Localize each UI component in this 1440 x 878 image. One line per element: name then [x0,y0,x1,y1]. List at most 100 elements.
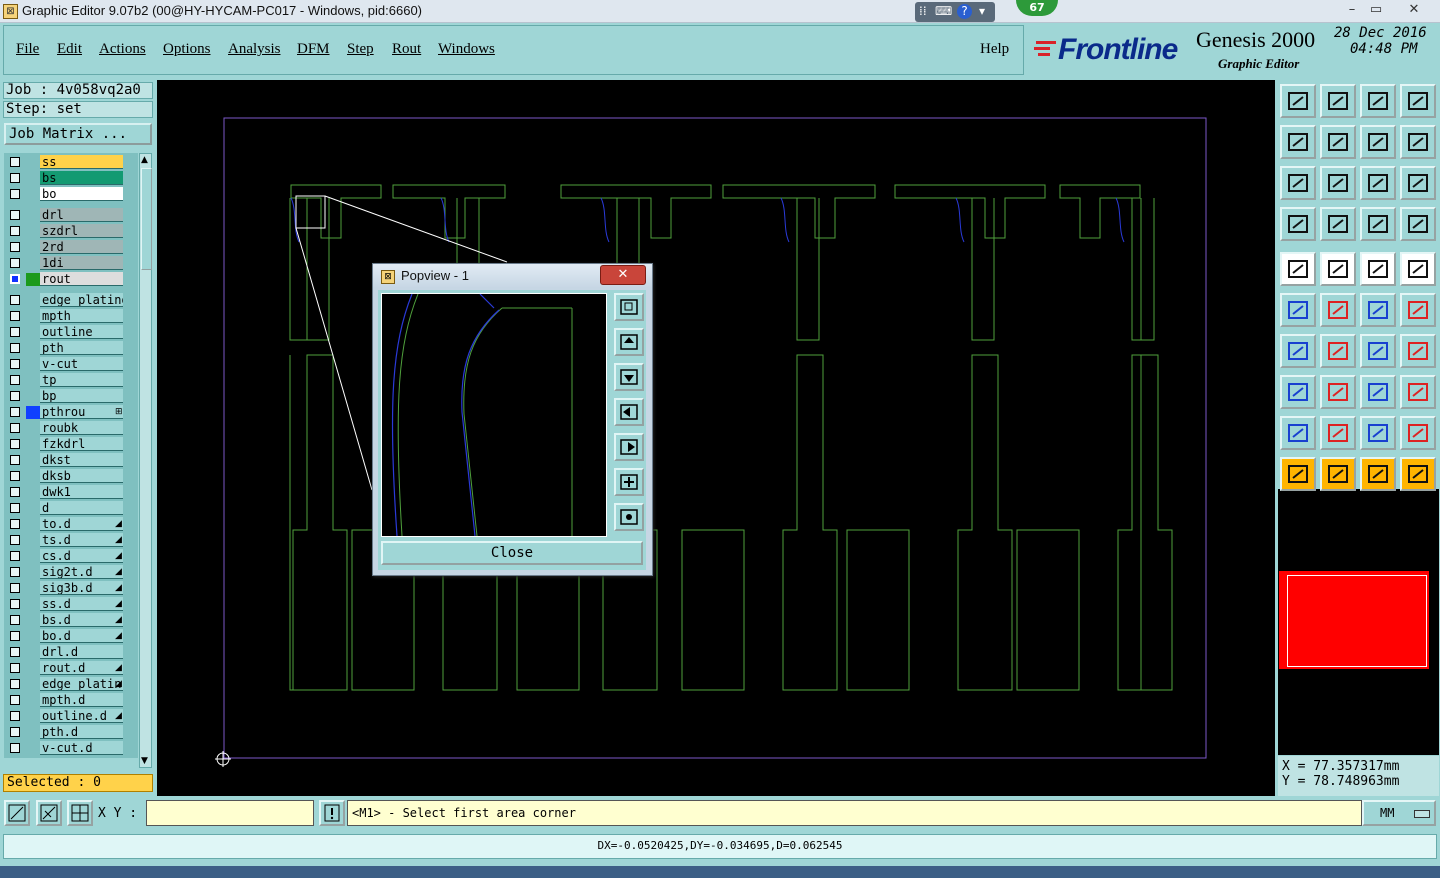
help-circle-icon[interactable]: ? [957,4,972,19]
layer-row[interactable]: 2rd [4,240,138,255]
layer-row[interactable]: v-cut [4,357,138,372]
layer-name[interactable]: dwk1 [40,485,123,499]
layer-checkbox[interactable] [10,439,20,449]
layer-name[interactable]: drl.d [40,645,123,659]
layer-row[interactable]: d [4,501,138,516]
layer-checkbox[interactable] [10,599,20,609]
layer-checkbox[interactable] [10,471,20,481]
layer-row[interactable]: bo [4,187,138,202]
scroll-down-icon[interactable]: ▼ [141,756,148,766]
layer-checkbox[interactable] [10,679,20,689]
layer-name[interactable]: drl [40,208,123,222]
slope-tool-icon[interactable] [1320,334,1356,368]
layer-row[interactable]: 1di [4,256,138,271]
layer-row[interactable]: v-cut.d [4,741,138,756]
xy-input[interactable] [146,800,314,826]
layer-row[interactable]: szdrl [4,224,138,239]
layer-name[interactable]: outline [40,325,123,339]
pan-left-icon[interactable] [614,398,644,426]
ruler-tool-icon[interactable] [1360,252,1396,286]
layer-row[interactable]: outline [4,325,138,340]
circle-tool-icon[interactable] [1400,252,1436,286]
layer-checkbox[interactable] [10,487,20,497]
horizontal-tool-icon[interactable] [1320,375,1356,409]
menu-options[interactable]: Options [163,41,211,58]
layer-row[interactable]: ts.d ◢ [4,533,138,548]
layer-name[interactable]: ss [40,155,123,169]
layer-checkbox[interactable] [10,743,20,753]
layer-name[interactable]: cs.d [40,549,123,563]
layer-checkbox[interactable] [10,375,20,385]
pan-up-icon[interactable] [614,328,644,356]
layer-row[interactable]: mpth.d [4,693,138,708]
layer-checkbox[interactable] [10,258,20,268]
layer-row[interactable]: bp [4,389,138,404]
layer-row[interactable]: dkst [4,453,138,468]
select-tool-icon[interactable] [1320,457,1356,491]
layers-tool-icon[interactable] [1360,207,1396,241]
layer-row[interactable]: rout [4,272,138,287]
layer-checkbox[interactable] [10,157,20,167]
layer-name[interactable]: pthrou [40,405,123,419]
snap-mode-icon[interactable] [4,800,30,826]
layer-name[interactable]: bs.d [40,613,123,627]
layer-row[interactable]: dwk1 [4,485,138,500]
layer-row[interactable]: sig2t.d ◢ [4,565,138,580]
group-tool-icon[interactable] [1400,375,1436,409]
zoom-home-icon[interactable] [614,503,644,531]
line-color-icon[interactable] [1320,252,1356,286]
layer-name[interactable]: roubk [40,421,123,435]
layer-checkbox[interactable] [10,242,20,252]
layer-checkbox[interactable] [10,226,20,236]
layer-row[interactable]: outline.d ◢ [4,709,138,724]
help-tool-icon[interactable] [1400,166,1436,200]
layer-checkbox[interactable] [10,615,20,625]
layer-checkbox[interactable] [10,274,20,284]
layer-row[interactable]: sig3b.d ◢ [4,581,138,596]
scroll-thumb[interactable] [141,168,152,270]
layer-name[interactable]: edge_plating [40,293,123,307]
layer-checkbox[interactable] [10,189,20,199]
layer-row[interactable]: tp [4,373,138,388]
split-view-icon[interactable] [1400,84,1436,118]
layer-row[interactable]: fzkdrl [4,437,138,452]
route-tool-icon[interactable] [1400,457,1436,491]
layer-name[interactable]: rout.d [40,661,123,675]
layer-name[interactable]: outline.d [40,709,123,723]
popview-title-bar[interactable]: ⊠ Popview - 1 ✕ [373,264,652,288]
measure-mode-icon[interactable] [36,800,62,826]
layer-name[interactable]: bo [40,187,123,201]
rotate-tool-icon[interactable] [1360,334,1396,368]
cut-tool-icon[interactable] [1320,293,1356,327]
layer-row[interactable]: ss.d ◢ [4,597,138,612]
layer-name[interactable]: edge_platin [40,677,123,691]
layer-checkbox[interactable] [10,343,20,353]
layer-name[interactable]: bp [40,389,123,403]
layer-name[interactable]: ts.d [40,533,123,547]
job-matrix-button[interactable]: Job Matrix ... [4,123,152,145]
arc-tool-icon[interactable] [1360,293,1396,327]
layer-row[interactable]: cs.d ◢ [4,549,138,564]
move-right-icon[interactable] [1320,125,1356,159]
menu-edit[interactable]: Edit [57,41,82,58]
layer-row[interactable]: roubk [4,421,138,436]
layer-row[interactable]: drl.d [4,645,138,660]
board-drawing[interactable] [157,80,1275,796]
zoom-window-icon[interactable] [614,293,644,321]
layer-checkbox[interactable] [10,727,20,737]
link-tool-icon[interactable] [1400,293,1436,327]
layer-name[interactable]: rout [40,272,123,286]
layer-name[interactable]: v-cut.d [40,741,123,755]
menu-file[interactable]: File [16,41,39,58]
layer-row[interactable]: drl [4,208,138,223]
layer-row[interactable]: edge_platin ◢ [4,677,138,692]
layer-name[interactable]: bs [40,171,123,185]
snap-tool-icon[interactable] [1280,207,1316,241]
menu-dfm[interactable]: DFM [297,41,330,58]
layer-checkbox[interactable] [10,647,20,657]
zoom-in-icon[interactable] [1280,166,1316,200]
layer-checkbox[interactable] [10,567,20,577]
pan-down-icon[interactable] [614,363,644,391]
layer-checkbox[interactable] [10,455,20,465]
maximize-button[interactable]: ▭ [1362,1,1390,19]
